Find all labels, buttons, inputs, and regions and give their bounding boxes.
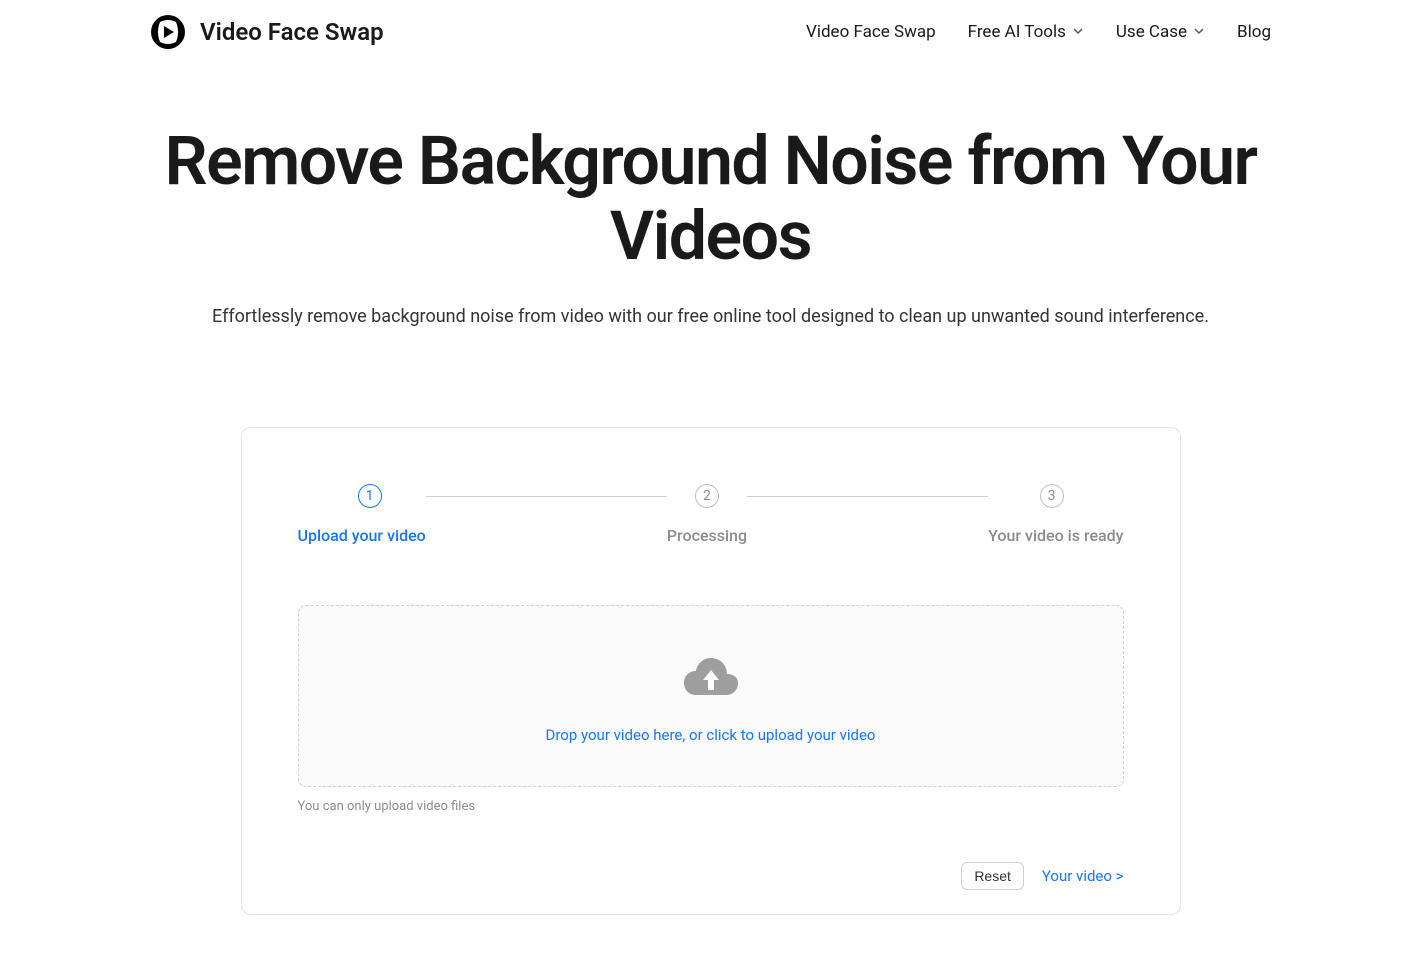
reset-button[interactable]: Reset <box>961 862 1024 890</box>
cloud-upload-icon <box>683 654 739 702</box>
step-connector <box>747 496 988 497</box>
logo[interactable]: Video Face Swap <box>150 14 384 50</box>
card-footer: Reset Your video > <box>298 862 1124 890</box>
nav-item-video-face-swap[interactable]: Video Face Swap <box>806 22 936 42</box>
step-label: Processing <box>667 526 747 545</box>
nav-item-free-ai-tools[interactable]: Free AI Tools <box>968 22 1084 42</box>
nav-item-blog[interactable]: Blog <box>1237 22 1271 42</box>
upload-instruction: Drop your video here, or click to upload… <box>319 726 1103 744</box>
page-title: Remove Background Noise from Your Videos <box>60 124 1361 274</box>
next-button[interactable]: Your video > <box>1042 867 1124 885</box>
nav: Video Face Swap Free AI Tools Use Case B… <box>806 22 1271 42</box>
upload-card: 1 Upload your video 2 Processing 3 Your … <box>241 427 1181 915</box>
step-number: 1 <box>358 484 382 508</box>
step-connector <box>426 496 667 497</box>
chevron-down-icon <box>1193 22 1205 42</box>
upload-hint: You can only upload video files <box>298 799 1124 814</box>
nav-item-use-case[interactable]: Use Case <box>1116 22 1205 42</box>
steps: 1 Upload your video 2 Processing 3 Your … <box>298 484 1124 545</box>
hero: Remove Background Noise from Your Videos… <box>0 64 1421 367</box>
upload-dropzone[interactable]: Drop your video here, or click to upload… <box>298 605 1124 787</box>
step-upload: 1 Upload your video <box>298 484 426 545</box>
logo-icon <box>150 14 186 50</box>
step-number: 2 <box>695 484 719 508</box>
header: Video Face Swap Video Face Swap Free AI … <box>0 0 1421 64</box>
step-label: Upload your video <box>298 526 426 545</box>
logo-text: Video Face Swap <box>200 18 384 46</box>
nav-label: Use Case <box>1116 22 1187 42</box>
nav-label: Blog <box>1237 22 1271 42</box>
page-subtitle: Effortlessly remove background noise fro… <box>60 306 1361 327</box>
nav-label: Free AI Tools <box>968 22 1066 42</box>
chevron-down-icon <box>1072 22 1084 42</box>
step-ready: 3 Your video is ready <box>988 484 1123 545</box>
step-processing: 2 Processing <box>667 484 747 545</box>
step-label: Your video is ready <box>988 526 1123 545</box>
step-number: 3 <box>1040 484 1064 508</box>
nav-label: Video Face Swap <box>806 22 936 42</box>
